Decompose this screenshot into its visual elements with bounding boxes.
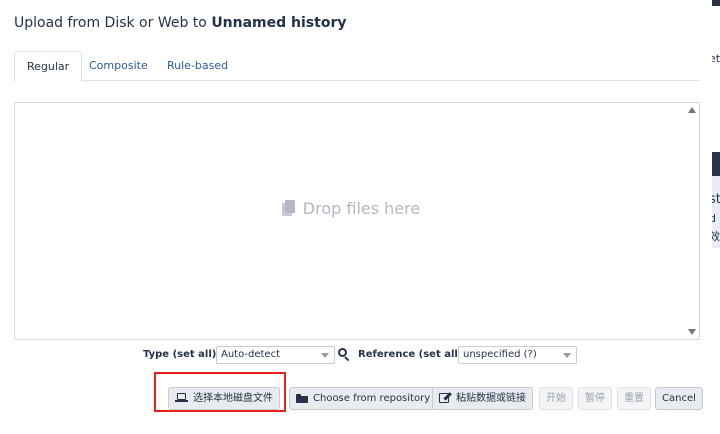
settings-row: Type (set all): Auto-detect Reference (s…	[0, 346, 712, 364]
reference-select[interactable]: unspecified (?)	[458, 346, 577, 364]
drop-zone-label: Drop files here	[15, 199, 687, 218]
drop-zone[interactable]: Drop files here	[14, 102, 700, 340]
scroll-down-icon[interactable]	[688, 329, 696, 335]
highlight-box	[154, 372, 286, 412]
edit-icon	[439, 391, 452, 403]
tab-regular[interactable]: Regular	[14, 51, 83, 82]
tab-composite[interactable]: Composite	[77, 51, 160, 81]
reference-label: Reference (set all):	[358, 349, 467, 360]
chevron-down-icon	[563, 353, 571, 358]
type-label: Type (set all):	[143, 349, 221, 360]
reset-button[interactable]: 重置	[617, 387, 651, 410]
upload-modal: Upload from Disk or Web to Unnamed histo…	[0, 0, 712, 434]
pause-button[interactable]: 暂停	[578, 387, 612, 410]
tab-rule-based[interactable]: Rule-based	[155, 51, 240, 81]
type-select[interactable]: Auto-detect	[216, 346, 335, 364]
history-name: Unnamed history	[211, 15, 347, 31]
search-icon[interactable]	[338, 348, 350, 362]
choose-from-repository-button[interactable]: Choose from repository	[289, 387, 438, 410]
chevron-down-icon	[321, 353, 329, 358]
cancel-button[interactable]: Cancel	[655, 387, 703, 410]
modal-title: Upload from Disk or Web to Unnamed histo…	[14, 15, 347, 31]
copy-icon	[281, 200, 295, 216]
dropzone-scrollbar[interactable]	[685, 103, 699, 339]
scroll-up-icon[interactable]	[688, 107, 696, 113]
start-button[interactable]: 开始	[539, 387, 573, 410]
upload-tabs: Regular Composite Rule-based	[14, 51, 700, 82]
folder-open-icon	[296, 394, 308, 403]
paste-data-button[interactable]: 粘贴数据或链接	[432, 387, 533, 410]
